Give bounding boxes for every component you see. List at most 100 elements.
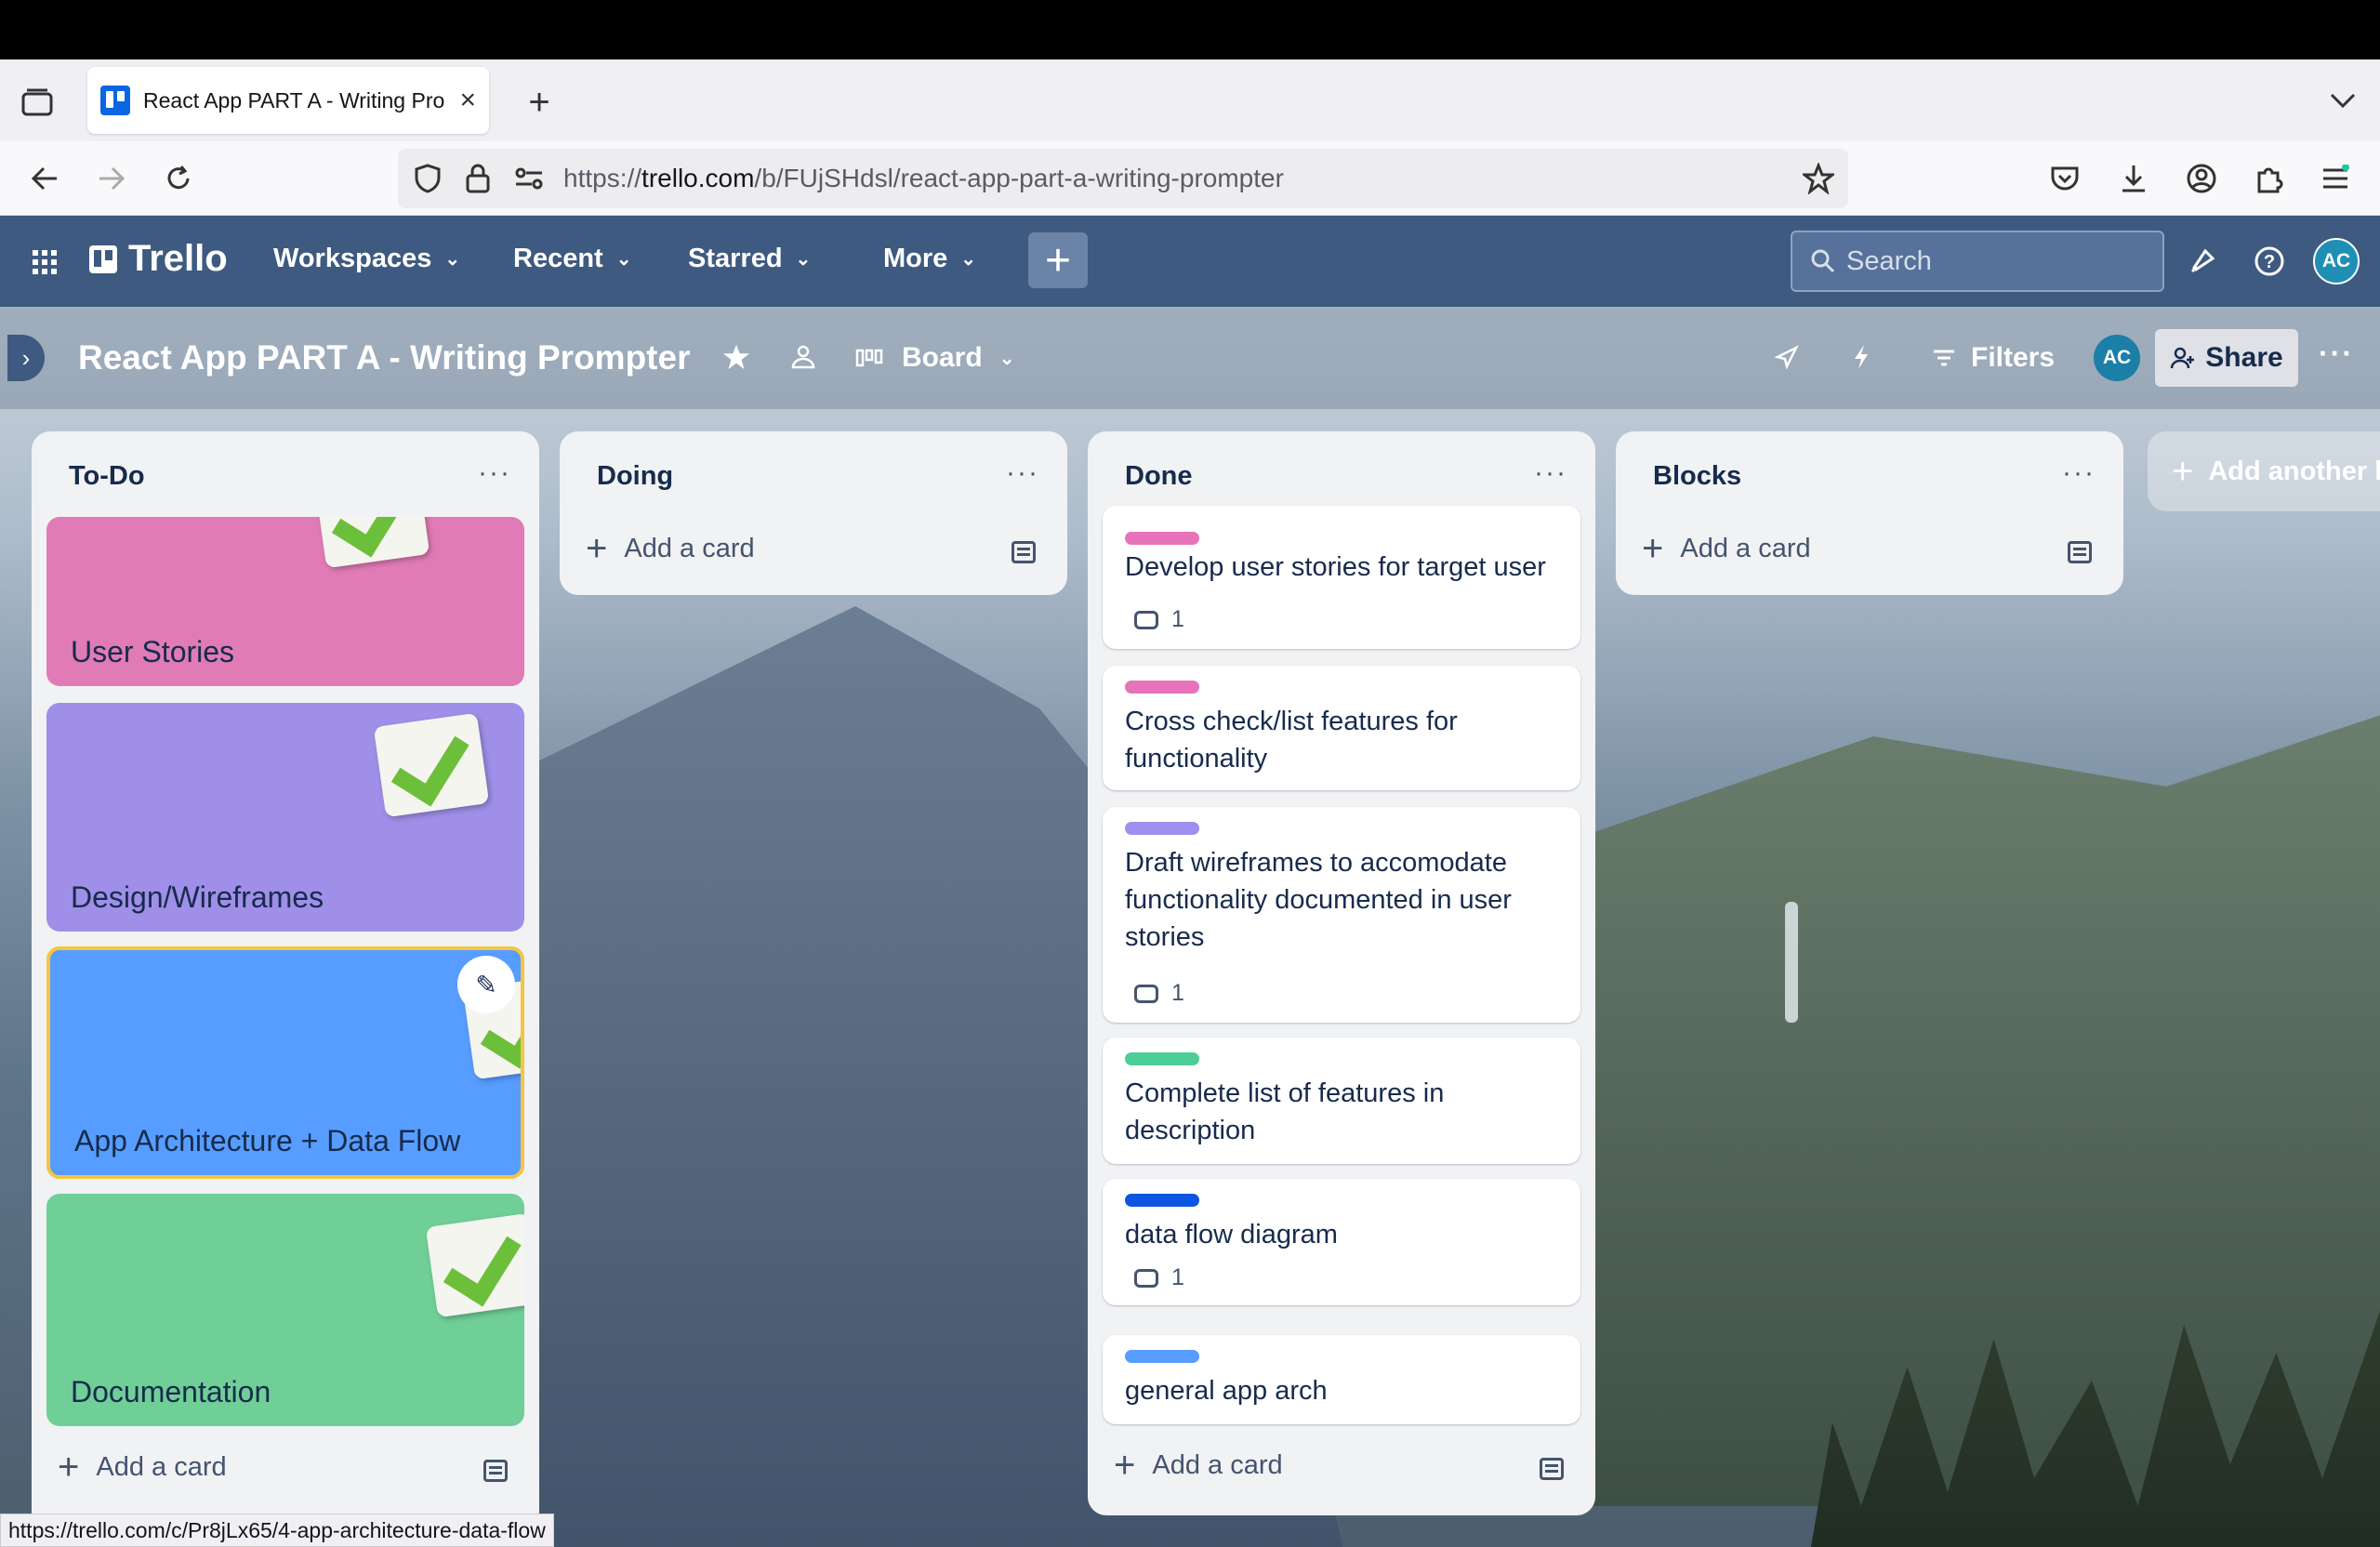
star-board-icon[interactable] [720, 340, 753, 374]
list-menu-icon[interactable]: ··· [2062, 457, 2096, 489]
add-another-label: Add another l [2208, 456, 2380, 486]
edit-card-icon[interactable]: ✎ [457, 956, 515, 1013]
card-title: Draft wireframes to accomodate functiona… [1125, 848, 1512, 952]
comment-badge: 1 [1134, 980, 1184, 1007]
cover-card[interactable]: Documentation [46, 1194, 524, 1426]
account-icon[interactable] [2185, 162, 2218, 195]
card-label [1125, 681, 1199, 694]
card-title: Documentation [71, 1375, 271, 1408]
board-member-avatar[interactable]: AC [2094, 335, 2140, 381]
add-another-list-button[interactable]: + Add another l [2148, 431, 2380, 511]
search-placeholder: Search [1846, 245, 1932, 276]
site-permissions-icon[interactable] [513, 164, 545, 193]
list-todo: To-Do ··· User Stories Design/Wireframes… [32, 431, 539, 1547]
plus-icon: + [1114, 1445, 1136, 1486]
comment-icon [1134, 1268, 1158, 1288]
app-switcher-icon[interactable] [28, 245, 61, 279]
share-label: Share [2205, 342, 2283, 373]
nav-starred[interactable]: Starred ⌄ [688, 244, 811, 274]
comment-badge: 1 [1134, 1264, 1184, 1291]
card-template-icon[interactable] [483, 1460, 508, 1482]
add-card-label: Add a card [1680, 534, 1811, 563]
card[interactable]: general app arch [1103, 1335, 1580, 1424]
tab-overview-icon[interactable] [19, 84, 56, 121]
card[interactable]: Complete list of features in description [1103, 1038, 1580, 1164]
os-top-bar [0, 0, 2380, 60]
notifications-icon[interactable] [2185, 244, 2220, 279]
chevron-down-icon: ⌄ [444, 249, 461, 270]
share-button[interactable]: Share [2155, 329, 2298, 387]
card[interactable]: Develop user stories for target user 1 [1103, 506, 1580, 649]
comment-icon [1134, 610, 1158, 629]
card-template-icon[interactable] [1012, 541, 1036, 563]
add-card-button[interactable]: + Add a card [1114, 1445, 1283, 1487]
card-title: User Stories [71, 635, 235, 668]
nav-workspaces[interactable]: Workspaces ⌄ [273, 244, 460, 274]
filters-button[interactable]: Filters [1932, 342, 2055, 374]
add-card-button[interactable]: + Add a card [58, 1447, 227, 1488]
link-status-url: https://trello.com/c/Pr8jLx65/4-app-arch… [0, 1514, 554, 1547]
card[interactable]: Cross check/list features for functional… [1103, 666, 1580, 790]
list-menu-icon[interactable]: ··· [478, 457, 511, 489]
chevron-down-icon: ⌄ [615, 249, 632, 270]
board-menu-icon[interactable]: ··· [2319, 337, 2354, 371]
card-template-icon[interactable] [1540, 1458, 1564, 1480]
back-icon[interactable] [26, 160, 63, 197]
card-label [1125, 822, 1199, 835]
nav-more[interactable]: More ⌄ [883, 244, 976, 274]
plus-icon: + [1642, 528, 1664, 569]
list-title[interactable]: Doing [597, 461, 673, 492]
list-title[interactable]: To-Do [69, 461, 145, 492]
help-icon[interactable]: ? [2252, 244, 2287, 279]
extensions-icon[interactable] [2252, 162, 2285, 195]
new-tab-icon[interactable]: + [521, 82, 558, 123]
nav-recent[interactable]: Recent ⌄ [513, 244, 631, 274]
card[interactable]: Draft wireframes to accomodate functiona… [1103, 807, 1580, 1023]
user-avatar[interactable]: AC [2313, 238, 2360, 284]
visibility-icon[interactable] [787, 340, 820, 374]
app-menu-icon[interactable] [2319, 162, 2352, 195]
reload-icon[interactable] [160, 160, 197, 197]
create-button[interactable]: + [1028, 232, 1088, 288]
forward-icon[interactable] [93, 160, 130, 197]
svg-text:?: ? [2264, 252, 2275, 272]
comment-icon [1134, 984, 1158, 1003]
list-title[interactable]: Blocks [1653, 461, 1741, 492]
cover-card-selected[interactable]: ✎ App Architecture + Data Flow [46, 946, 524, 1179]
list-menu-icon[interactable]: ··· [1534, 457, 1567, 489]
url-text[interactable]: https://trello.com/b/FUjSHdsl/react-app-… [563, 164, 1284, 193]
chevron-down-icon: ⌄ [960, 249, 977, 270]
board-title[interactable]: React App PART A - Writing Prompter [78, 338, 690, 377]
view-label: Board [902, 342, 983, 373]
add-card-label: Add a card [96, 1452, 227, 1482]
tab-list-chevron-icon[interactable] [2324, 82, 2361, 119]
card-template-icon[interactable] [2068, 541, 2092, 563]
plus-icon: + [586, 528, 608, 569]
list-menu-icon[interactable]: ··· [1006, 457, 1039, 489]
card-title: Design/Wireframes [71, 880, 324, 914]
browser-tab-active[interactable]: React App PART A - Writing Pro × [87, 67, 489, 134]
card[interactable]: data flow diagram 1 [1103, 1179, 1580, 1305]
lock-icon[interactable] [463, 162, 493, 195]
card-label [1125, 1194, 1199, 1207]
search-input[interactable]: Search [1791, 231, 2164, 292]
tab-close-icon[interactable]: × [459, 85, 476, 116]
power-ups-icon[interactable] [1770, 340, 1804, 374]
cover-card[interactable]: User Stories [46, 517, 524, 686]
comment-badge: 1 [1134, 606, 1184, 633]
add-card-button[interactable]: + Add a card [1642, 528, 1811, 570]
bookmark-star-icon[interactable] [1802, 162, 1835, 195]
automation-icon[interactable] [1844, 340, 1878, 374]
add-card-button[interactable]: + Add a card [586, 528, 755, 570]
download-icon[interactable] [2118, 162, 2149, 195]
cover-card[interactable]: Design/Wireframes [46, 703, 524, 932]
shield-icon[interactable] [411, 162, 444, 195]
list-blocks: Blocks ··· + Add a card [1616, 431, 2123, 595]
comment-count: 1 [1171, 1264, 1184, 1290]
list-title[interactable]: Done [1125, 461, 1193, 492]
trello-logo[interactable]: Trello [89, 238, 228, 280]
pocket-icon[interactable] [2049, 164, 2081, 193]
card-label [1125, 532, 1199, 545]
view-switcher[interactable]: Board ⌄ [855, 342, 1014, 374]
trello-logo-icon [89, 245, 117, 273]
